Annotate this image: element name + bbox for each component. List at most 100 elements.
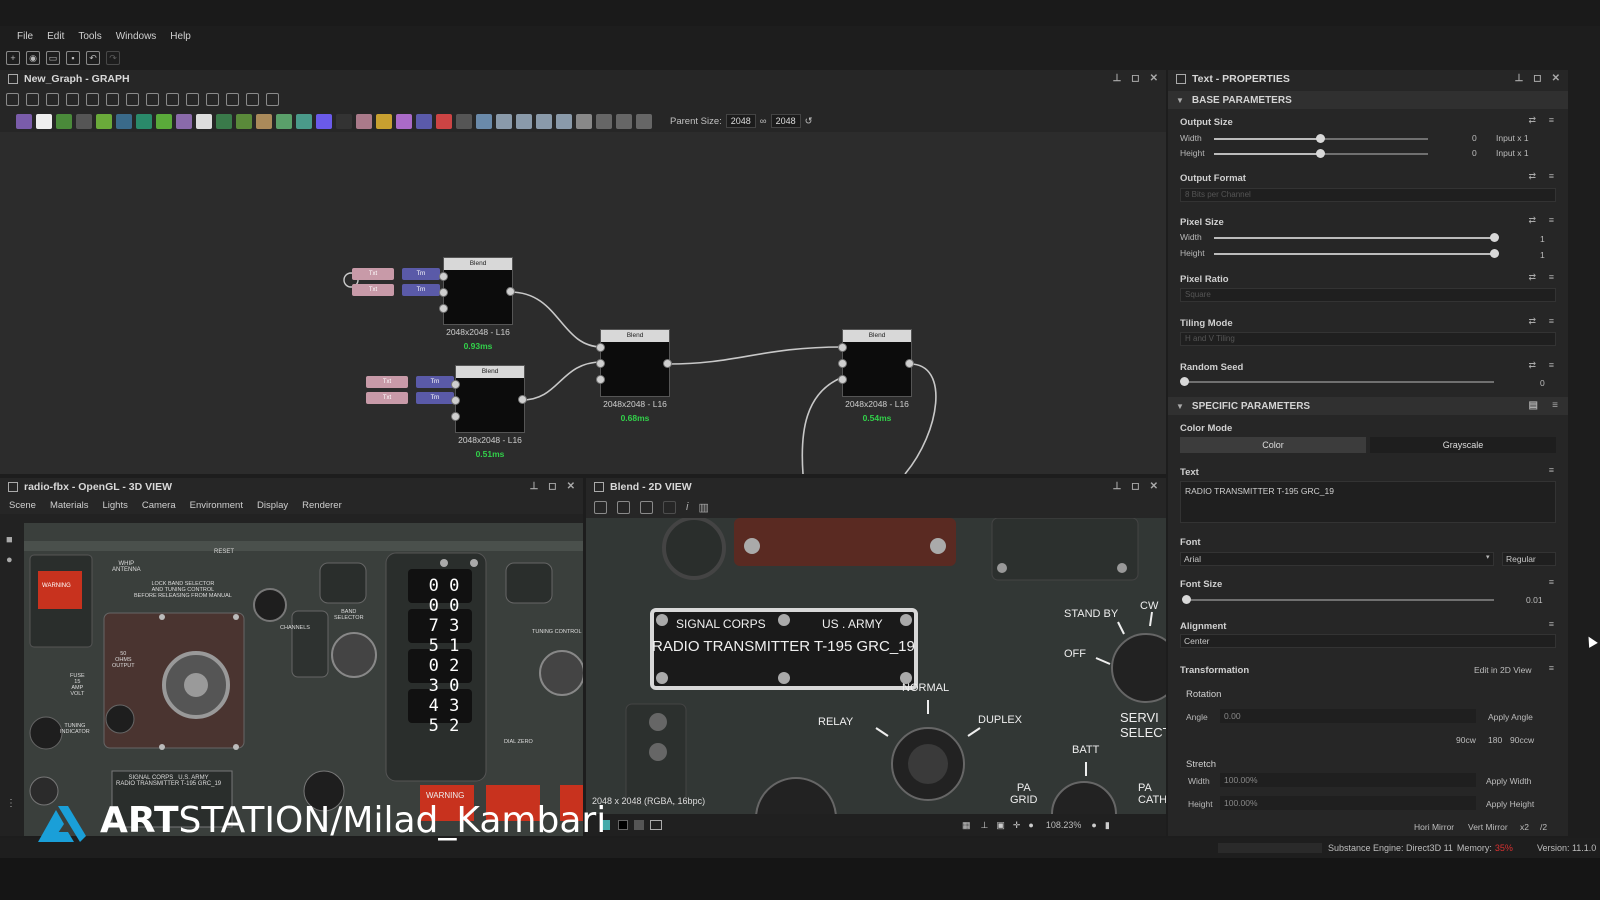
frame-icon[interactable] bbox=[6, 92, 19, 106]
edge-detect-icon[interactable] bbox=[536, 113, 552, 129]
connect-icon[interactable] bbox=[186, 92, 199, 106]
menu-file[interactable]: File bbox=[10, 28, 40, 46]
text-mini-node[interactable]: Txt bbox=[366, 376, 408, 388]
menu-icon[interactable]: ≡ bbox=[1549, 272, 1554, 282]
tile-icon[interactable] bbox=[196, 113, 212, 129]
text-mini-node[interactable]: Txt bbox=[352, 284, 394, 296]
apply-height-button[interactable]: Apply Height bbox=[1486, 799, 1534, 809]
expose-icon[interactable]: ⇄ bbox=[1528, 316, 1536, 327]
vert-mirror-button[interactable]: Vert Mirror bbox=[1468, 822, 1508, 832]
menu-materials[interactable]: Materials bbox=[43, 500, 96, 511]
pixel-height-slider[interactable] bbox=[1490, 249, 1499, 258]
hori-mirror-button[interactable]: Hori Mirror bbox=[1414, 822, 1454, 832]
menu-icon[interactable]: ≡ bbox=[1549, 115, 1554, 125]
uniform-color-icon[interactable] bbox=[56, 113, 72, 129]
noise-icon[interactable] bbox=[336, 113, 352, 129]
node-output-pin[interactable] bbox=[518, 395, 527, 404]
font-size-track[interactable] bbox=[1184, 599, 1494, 601]
graph-canvas[interactable]: Txt Trn Txt Trn Txt Trn Txt Trn Blend 20… bbox=[0, 132, 1166, 474]
tools-icon[interactable] bbox=[226, 92, 239, 106]
pin-node-icon[interactable] bbox=[636, 113, 652, 129]
save-icon[interactable]: ▪ bbox=[66, 51, 80, 65]
menu-icon[interactable]: ≡ bbox=[1549, 619, 1554, 629]
node-input-pin[interactable] bbox=[451, 412, 460, 421]
new-package-icon[interactable]: + bbox=[6, 51, 20, 65]
refresh-icon[interactable] bbox=[206, 92, 219, 106]
node-input-pin[interactable] bbox=[838, 375, 847, 384]
color-mode-color-button[interactable]: Color bbox=[1180, 437, 1366, 453]
expose-icon[interactable]: ⇄ bbox=[1528, 360, 1536, 371]
uv-icon[interactable] bbox=[663, 500, 676, 514]
checker-bg-icon[interactable] bbox=[634, 820, 644, 830]
dot-icon[interactable] bbox=[596, 113, 612, 129]
parent-size-height-dropdown[interactable]: 2048 bbox=[770, 114, 801, 128]
reset-size-icon[interactable]: ↺ bbox=[805, 116, 813, 127]
distance-icon[interactable] bbox=[516, 113, 532, 129]
blend-node-2[interactable]: Blend bbox=[455, 365, 525, 433]
menu-icon[interactable]: ≡ bbox=[1552, 400, 1558, 411]
light-bulb-icon[interactable]: ● bbox=[6, 554, 13, 566]
menu-icon[interactable]: ≡ bbox=[1549, 465, 1554, 475]
maximize-icon[interactable]: ◻ bbox=[548, 481, 556, 492]
redo-icon[interactable]: ↷ bbox=[106, 51, 120, 65]
expose-icon[interactable]: ⇄ bbox=[1528, 272, 1536, 283]
node-input-pin[interactable] bbox=[451, 396, 460, 405]
info-icon[interactable]: i bbox=[686, 501, 688, 513]
hsl-icon[interactable] bbox=[276, 113, 292, 129]
maximize-icon[interactable]: ◻ bbox=[1533, 73, 1541, 84]
menu-icon[interactable]: ≡ bbox=[1549, 316, 1554, 326]
font-dropdown[interactable]: Arial bbox=[1180, 552, 1494, 566]
pixel-width-slider[interactable] bbox=[1490, 233, 1499, 242]
warp-icon[interactable] bbox=[156, 113, 172, 129]
hierarchy-icon[interactable]: ⋮ bbox=[6, 798, 16, 809]
node-input-pin[interactable] bbox=[439, 304, 448, 313]
crosshair-icon[interactable]: ✛ bbox=[1013, 820, 1021, 831]
random-seed-slider[interactable] bbox=[1180, 377, 1189, 386]
menu-scene[interactable]: Scene bbox=[2, 500, 43, 511]
camera-icon[interactable] bbox=[46, 92, 59, 106]
menu-camera[interactable]: Camera bbox=[135, 500, 183, 511]
parent-size-width-dropdown[interactable]: 2048 bbox=[725, 114, 756, 128]
emboss-icon[interactable] bbox=[496, 113, 512, 129]
black-bg-icon[interactable] bbox=[618, 820, 628, 830]
tiling-icon[interactable]: ⊥ bbox=[981, 820, 989, 831]
specific-parameters-header[interactable]: ▼ SPECIFIC PARAMETERS ▤ ≡ bbox=[1168, 397, 1568, 415]
safe-transform-icon[interactable] bbox=[556, 113, 572, 129]
align-icon[interactable] bbox=[106, 92, 119, 106]
output-width-slider[interactable] bbox=[1316, 134, 1325, 143]
node-input-pin[interactable] bbox=[838, 359, 847, 368]
frame-node-icon[interactable] bbox=[616, 113, 632, 129]
preset-icon[interactable]: ▤ bbox=[1529, 400, 1538, 411]
output-height-slider[interactable] bbox=[1316, 149, 1325, 158]
stretch-width-input[interactable]: 100.00% bbox=[1220, 773, 1476, 787]
image-bg-icon[interactable] bbox=[650, 820, 662, 830]
maximize-icon[interactable]: ◻ bbox=[1131, 73, 1139, 84]
blend-node-4[interactable]: Blend bbox=[842, 329, 912, 397]
close-icon[interactable]: ✕ bbox=[1150, 73, 1158, 84]
expose-icon[interactable]: ⇄ bbox=[1528, 215, 1536, 226]
node-input-pin[interactable] bbox=[439, 272, 448, 281]
menu-renderer[interactable]: Renderer bbox=[295, 500, 349, 511]
transform-mini-node[interactable]: Trn bbox=[402, 268, 440, 280]
distribute-icon[interactable] bbox=[126, 92, 139, 106]
video-camera-icon[interactable]: ■ bbox=[6, 534, 13, 546]
normal-icon[interactable] bbox=[296, 113, 312, 129]
node-input-pin[interactable] bbox=[596, 375, 605, 384]
2d-viewport[interactable]: SIGNAL CORPS US . ARMY RADIO TRANSMITTER… bbox=[586, 518, 1166, 814]
histogram-icon[interactable] bbox=[256, 113, 272, 129]
color-mode-grayscale-button[interactable]: Grayscale bbox=[1370, 437, 1556, 453]
fit-icon[interactable]: ▣ bbox=[996, 820, 1005, 831]
tiling-mode-dropdown[interactable]: H and V Tiling bbox=[1180, 332, 1556, 346]
close-icon[interactable]: ✕ bbox=[1150, 481, 1158, 492]
dot-icon[interactable]: ● bbox=[1028, 820, 1033, 830]
tile-grid-icon[interactable]: ▦ bbox=[962, 820, 971, 831]
paint-icon[interactable] bbox=[436, 113, 452, 129]
menu-display[interactable]: Display bbox=[250, 500, 295, 511]
menu-windows[interactable]: Windows bbox=[109, 28, 164, 46]
node-input-pin[interactable] bbox=[439, 288, 448, 297]
save-image-icon[interactable] bbox=[617, 500, 630, 514]
edit-in-2d-view-button[interactable]: Edit in 2D View bbox=[1474, 665, 1531, 675]
histogram-icon[interactable]: ▥ bbox=[698, 501, 708, 514]
text-param-input[interactable]: RADIO TRANSMITTER T-195 GRC_19 bbox=[1180, 481, 1556, 523]
warning-icon[interactable] bbox=[376, 113, 392, 129]
